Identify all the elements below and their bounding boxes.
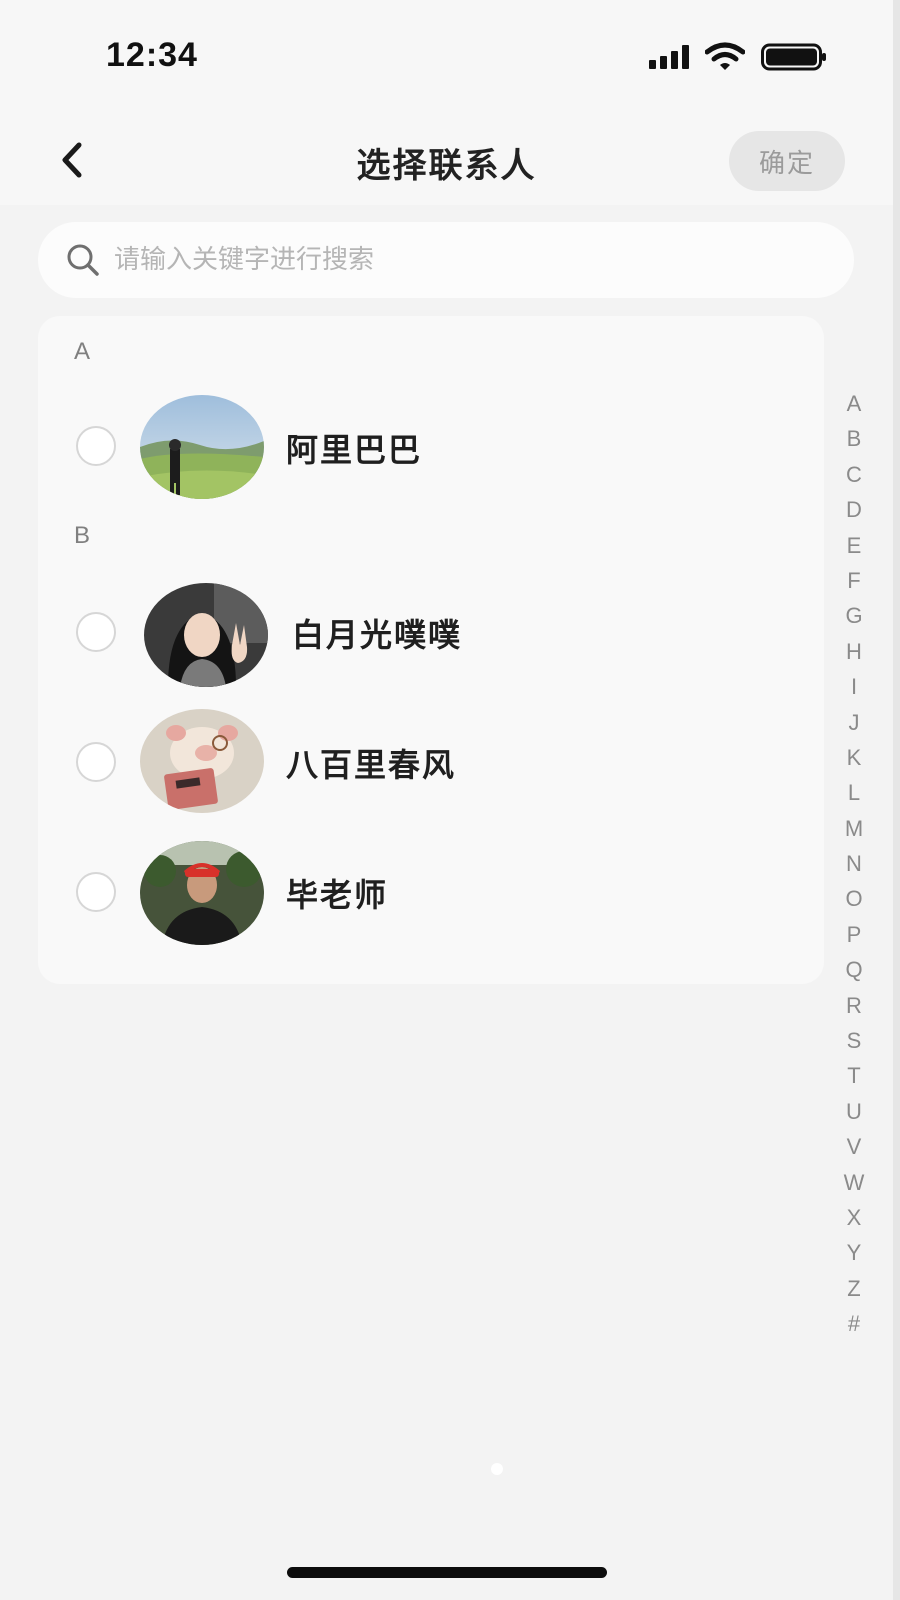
index-letter-p[interactable]: P: [847, 917, 862, 952]
index-letter-hash[interactable]: #: [848, 1306, 860, 1341]
index-letter-f[interactable]: F: [847, 563, 860, 598]
index-letter-v[interactable]: V: [847, 1129, 862, 1164]
index-letter-q[interactable]: Q: [845, 952, 862, 987]
contact-row[interactable]: 八百里春风: [38, 706, 824, 816]
home-indicator[interactable]: [287, 1567, 607, 1578]
contact-row[interactable]: 白月光噗噗: [38, 576, 824, 687]
index-letter-b[interactable]: B: [847, 421, 862, 456]
section-letter-a: A: [74, 338, 91, 365]
confirm-button[interactable]: 确定: [729, 131, 845, 191]
index-letter-e[interactable]: E: [847, 528, 862, 563]
index-letter-x[interactable]: X: [847, 1200, 862, 1235]
index-letter-c[interactable]: C: [846, 457, 862, 492]
avatar: [140, 395, 264, 499]
index-letter-s[interactable]: S: [847, 1023, 862, 1058]
avatar: [140, 709, 264, 813]
select-radio[interactable]: [76, 742, 116, 782]
index-letter-l[interactable]: L: [848, 775, 860, 810]
section-letter-b: B: [74, 522, 91, 549]
index-letter-z[interactable]: Z: [847, 1271, 860, 1306]
index-letter-a[interactable]: A: [847, 386, 862, 421]
status-icons: [649, 42, 827, 72]
index-letter-t[interactable]: T: [847, 1058, 860, 1093]
index-letter-o[interactable]: O: [845, 881, 862, 916]
select-radio[interactable]: [76, 612, 116, 652]
page-dot: [491, 1463, 503, 1475]
index-letter-w[interactable]: W: [844, 1165, 865, 1200]
contact-name: 毕老师: [286, 876, 389, 914]
index-letter-d[interactable]: D: [846, 492, 862, 527]
top-area: 12:34 选择联系人 确定: [0, 0, 893, 205]
battery-icon: [761, 43, 826, 71]
alphabet-index[interactable]: A B C D E F G H I J K L M N O P Q R S T …: [834, 386, 874, 1342]
index-letter-k[interactable]: K: [847, 740, 862, 775]
avatar: [140, 841, 264, 945]
search-icon: [66, 243, 100, 277]
search-bar[interactable]: [38, 222, 854, 298]
signal-icon: [649, 45, 689, 69]
screen: 12:34 选择联系人 确定 请输入关键字进行搜索 A 阿里巴巴 B 白月光噗噗…: [0, 0, 900, 1600]
contact-name: 阿里巴巴: [286, 431, 423, 469]
index-letter-u[interactable]: U: [846, 1094, 862, 1129]
wifi-icon: [705, 42, 745, 70]
contact-name: 白月光噗噗: [292, 616, 463, 654]
contact-row[interactable]: 毕老师: [38, 836, 824, 946]
select-radio[interactable]: [76, 426, 116, 466]
index-letter-h[interactable]: H: [846, 634, 862, 669]
index-letter-m[interactable]: M: [845, 811, 863, 846]
index-letter-g[interactable]: G: [845, 598, 862, 633]
avatar: [144, 583, 268, 687]
contact-list: A 阿里巴巴 B 白月光噗噗 八百里春风 毕老师: [38, 316, 824, 984]
index-letter-y[interactable]: Y: [847, 1235, 862, 1270]
status-time: 12:34: [106, 36, 198, 74]
select-radio[interactable]: [76, 872, 116, 912]
index-letter-j[interactable]: J: [849, 705, 860, 740]
contact-row[interactable]: 阿里巴巴: [38, 392, 824, 502]
index-letter-r[interactable]: R: [846, 988, 862, 1023]
contact-name: 八百里春风: [286, 746, 457, 784]
index-letter-n[interactable]: N: [846, 846, 862, 881]
index-letter-i[interactable]: I: [851, 669, 857, 704]
search-input[interactable]: [112, 244, 816, 276]
